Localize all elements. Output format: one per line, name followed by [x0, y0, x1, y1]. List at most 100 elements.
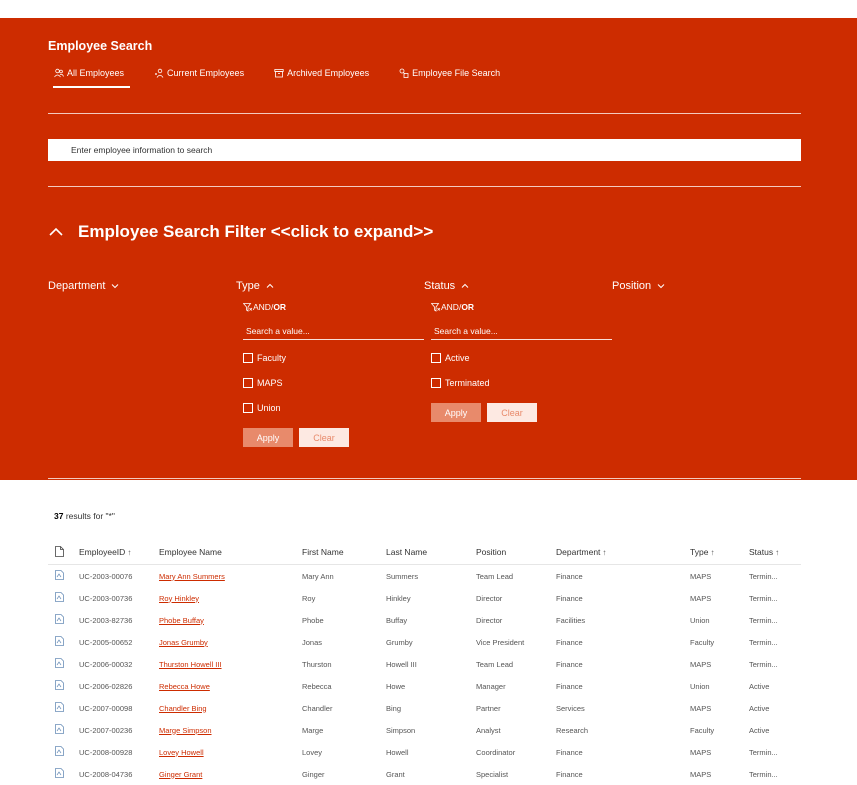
facet-status-and-or-toggle[interactable]: AND/OR [431, 302, 474, 312]
tab-all-employees[interactable]: All Employees [48, 68, 131, 88]
facet-type-search-input[interactable] [243, 322, 424, 340]
cell-first-name: Chandler [302, 703, 333, 713]
filter-title: Employee Search Filter <<click to expand… [78, 222, 434, 241]
cell-position: Specialist [476, 769, 509, 779]
column-header-first-name[interactable]: First Name [301, 540, 385, 565]
cell-last-name: Simpson [386, 725, 416, 735]
facet-type-option-faculty[interactable]: Faculty [243, 353, 286, 363]
cell-department: Finance [556, 571, 583, 581]
column-header-last-name[interactable]: Last Name [385, 540, 475, 565]
file-type-cell [48, 763, 78, 785]
cell-position: Team Lead [476, 659, 514, 669]
chevron-up-icon [266, 283, 274, 288]
sort-arrow-icon: ↑ [602, 548, 607, 557]
cell-first-name: Rebecca [302, 681, 332, 691]
option-label: Active [445, 353, 470, 363]
column-header-department[interactable]: Department ↑ [555, 540, 689, 565]
cell-first-name: Ginger [302, 769, 325, 779]
cell-employeeid: UC-2003-00736 [79, 593, 133, 603]
cell-type: Faculty [690, 725, 715, 735]
column-header-label: Last Name [386, 547, 428, 557]
facet-type-option-union[interactable]: Union [243, 403, 281, 413]
cell-employee-name: Rebecca Howe [158, 675, 301, 697]
column-header-label: Department [556, 547, 601, 557]
document-icon [55, 592, 64, 602]
cell-employee-name: Roy Hinkley [158, 587, 301, 609]
column-header-position[interactable]: Position [475, 540, 555, 565]
checkbox[interactable] [431, 353, 441, 363]
employee-name-link[interactable]: Mary Ann Summers [159, 572, 225, 581]
cell-first-name: Mary Ann [302, 571, 334, 581]
column-header-employeeid[interactable]: EmployeeID ↑ [78, 540, 158, 565]
facet-type-option-maps[interactable]: MAPS [243, 378, 283, 388]
document-icon [55, 658, 64, 668]
facet-status-option-active[interactable]: Active [431, 353, 470, 363]
checkbox[interactable] [431, 378, 441, 388]
employee-name-link[interactable]: Jonas Grumby [159, 638, 208, 647]
or-label: OR [273, 302, 287, 312]
cell-first-name: Phobe [302, 615, 324, 625]
cell-last-name: Howe [386, 681, 406, 691]
facet-status-toggle[interactable]: Status [424, 280, 469, 292]
cell-employeeid: UC-2003-82736 [79, 615, 133, 625]
cell-type: Faculty [690, 637, 715, 647]
cell-employee-name: Ginger Grant [158, 763, 301, 785]
table-row[interactable]: UC-2007-00098 Chandler Bing Chandler Bing Pa… [48, 697, 801, 719]
employee-name-link[interactable]: Roy Hinkley [159, 594, 199, 603]
table-header-row: EmployeeID ↑ Employee Name First Name Last N… [48, 540, 801, 565]
employee-search-input[interactable] [48, 139, 801, 161]
tab-label: Current Employees [167, 68, 245, 78]
table-row[interactable]: UC-2003-00076 Mary Ann Summers Mary Ann Sum… [48, 565, 801, 588]
filter-expand-toggle[interactable]: Employee Search Filter <<click to expand… [48, 222, 433, 242]
table-row[interactable]: UC-2003-82736 Phobe Buffay Phobe Buffay Dire… [48, 609, 801, 631]
tab-employee-file-search[interactable]: Employee File Search [393, 68, 506, 86]
checkbox[interactable] [243, 378, 253, 388]
table-row[interactable]: UC-2005-00652 Jonas Grumby Jonas Grumby Vice… [48, 631, 801, 653]
cell-employeeid: UC-2003-00076 [79, 571, 133, 581]
column-header-status[interactable]: Status ↑ [748, 540, 801, 565]
employee-name-link[interactable]: Lovey Howell [159, 748, 204, 757]
file-type-cell [48, 741, 78, 763]
document-icon [55, 570, 64, 580]
facet-status-apply-button[interactable]: Apply [431, 403, 481, 422]
facet-status-option-terminated[interactable]: Terminated [431, 378, 490, 388]
facet-department-toggle[interactable]: Department [48, 280, 119, 292]
tab-current-employees[interactable]: Current Employees [148, 68, 250, 86]
table-row[interactable]: UC-2006-02826 Rebecca Howe Rebecca Howe Mana… [48, 675, 801, 697]
employee-name-link[interactable]: Ginger Grant [159, 770, 202, 779]
facet-status-clear-button[interactable]: Clear [487, 403, 537, 422]
tab-label: All Employees [67, 68, 125, 78]
table-row[interactable]: UC-2003-00736 Roy Hinkley Roy Hinkley Direct… [48, 587, 801, 609]
table-row[interactable]: UC-2006-00032 Thurston Howell III Thurston… [48, 653, 801, 675]
table-row[interactable]: UC-2007-00236 Marge Simpson Marge Simpson An… [48, 719, 801, 741]
document-icon [55, 724, 64, 734]
file-type-cell [48, 675, 78, 697]
document-icon [55, 545, 64, 557]
cell-first-name: Jonas [302, 637, 323, 647]
cell-last-name: Hinkley [386, 593, 411, 603]
facet-position-toggle[interactable]: Position [612, 280, 665, 292]
facet-status-search-input[interactable] [431, 322, 612, 340]
checkbox[interactable] [243, 403, 253, 413]
table-row[interactable]: UC-2008-00928 Lovey Howell Lovey Howell Coor… [48, 741, 801, 763]
employee-name-link[interactable]: Rebecca Howe [159, 682, 210, 691]
column-header-type[interactable]: Type ↑ [689, 540, 748, 565]
facet-type-and-or-toggle[interactable]: AND/OR [243, 302, 286, 312]
employee-name-link[interactable]: Thurston Howell III [159, 660, 222, 669]
facet-type-clear-button[interactable]: Clear [299, 428, 349, 447]
employee-name-link[interactable]: Chandler Bing [159, 704, 207, 713]
facet-type-apply-button[interactable]: Apply [243, 428, 293, 447]
cell-employee-name: Jonas Grumby [158, 631, 301, 653]
employee-name-link[interactable]: Phobe Buffay [159, 616, 204, 625]
cell-last-name: Howell [386, 747, 409, 757]
table-row[interactable]: UC-2008-04736 Ginger Grant Ginger Grant Spec… [48, 763, 801, 785]
archive-icon [274, 69, 284, 78]
document-icon [55, 768, 64, 778]
employee-name-link[interactable]: Marge Simpson [159, 726, 212, 735]
filter-icon [431, 302, 441, 312]
document-icon [55, 746, 64, 756]
facet-type-toggle[interactable]: Type [236, 280, 274, 292]
tab-archived-employees[interactable]: Archived Employees [268, 68, 375, 86]
checkbox[interactable] [243, 353, 253, 363]
column-header-employee-name[interactable]: Employee Name [158, 540, 301, 565]
